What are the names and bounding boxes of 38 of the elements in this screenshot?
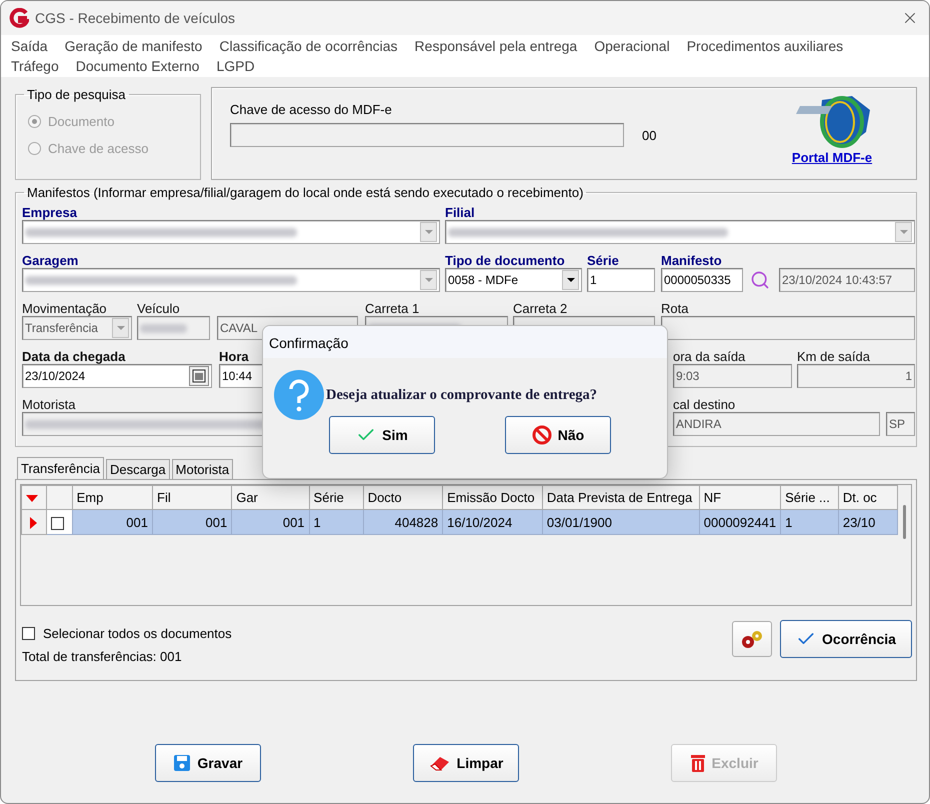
field-label: Chave de acesso do MDF-e	[230, 102, 393, 117]
field-label: cal destino	[673, 398, 736, 412]
radio-label: Chave de acesso	[48, 141, 148, 156]
field-label: Tipo de documento	[445, 254, 566, 268]
window-title: CGS - Recebimento de veículos	[35, 10, 236, 26]
checkbox-label: Selecionar todos os documentos	[43, 626, 232, 641]
table-cell: 001	[152, 510, 232, 534]
total-text: Total de transferências: 001	[22, 649, 183, 664]
table-cell: 0000092441	[699, 510, 781, 534]
table-cell: 404828	[363, 510, 443, 534]
table-cell: 03/01/1900	[542, 510, 700, 534]
table-cell: 1	[780, 510, 838, 534]
field-label: Manifesto	[661, 254, 723, 268]
field-label: Motorista	[22, 398, 76, 412]
group-title: Tipo de pesquisa	[26, 87, 127, 102]
field-label: Garagem	[22, 254, 80, 268]
field-label: Data da chegada	[22, 350, 126, 364]
field-label: Empresa	[22, 206, 78, 220]
table-cell: 16/10/2024	[442, 510, 542, 534]
group-title: Manifestos (Informar empresa/filial/garagem do local onde está sendo executado o recebimento)	[26, 185, 584, 200]
counter-text: 00	[642, 128, 656, 142]
field-label: Carreta 1	[365, 302, 420, 316]
table-cell: 001	[232, 510, 310, 534]
dialog-message: Deseja atualizar o comprovante de entrega?	[326, 386, 598, 404]
field-label: Veículo	[137, 302, 181, 316]
table-cell: 23/10	[838, 510, 898, 534]
table-cell: 1	[309, 510, 364, 534]
field-label: Rota	[661, 302, 690, 316]
field-label: Filial	[445, 206, 476, 220]
field-label: Hora	[219, 350, 250, 364]
dialog-title: Confirmação	[263, 326, 667, 358]
field-label: Série	[587, 254, 620, 268]
field-label: Km de saída	[797, 350, 871, 364]
field-label: Movimentação	[22, 302, 108, 316]
table-cell: 001	[72, 510, 152, 534]
radio-label: Documento	[48, 114, 114, 129]
field-label: Carreta 2	[513, 302, 568, 316]
field-label: ora da saída	[673, 350, 746, 364]
